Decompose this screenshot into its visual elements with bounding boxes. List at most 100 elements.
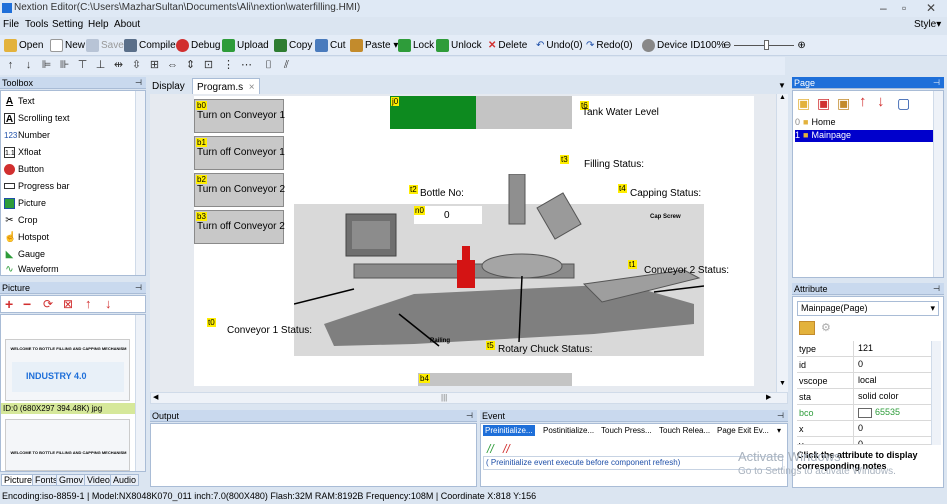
align-left-icon[interactable]: ⊫ [40,59,53,72]
page-list-item[interactable]: 1 ■ Mainpage [795,130,935,142]
conveyor-2-status-label[interactable]: Conveyor 2 Status: [644,265,729,276]
restore-button[interactable]: ▫ [902,1,906,15]
pin-icon[interactable]: ⊣ [135,77,142,89]
redo-button[interactable]: ↷ Redo(0) [586,38,633,53]
turn-off-conveyor-1-button[interactable]: b1 Turn off Conveyor 1 [194,136,285,170]
output-panel[interactable] [150,423,477,487]
capping-status-label[interactable]: Capping Status: [630,188,701,199]
toolbox-item-scrolling-text[interactable]: A Scrolling text [4,110,70,126]
move-down-icon[interactable]: ↓ [105,296,112,311]
toolbox-item-hotspot[interactable]: ☝ Hotspot [4,229,49,245]
device-id-button[interactable]: Device ID [642,38,700,53]
attr-row-type[interactable]: type 121 [797,341,933,357]
turn-on-conveyor-1-button[interactable]: b0 Turn on Conveyor 1 [194,99,285,133]
toolbox-scrollbar[interactable] [135,91,145,275]
copy-page-icon[interactable]: ▢ [897,95,910,112]
attribute-scrollbar[interactable] [931,341,941,445]
save-button[interactable]: Save [86,38,124,53]
picture-thumbnail[interactable]: WELCOME TO BOTTLE FILLING AND CAPPING ME… [5,339,130,401]
pin-icon[interactable]: ⊣ [135,282,142,294]
debug-button[interactable]: Debug [176,38,220,53]
style-menu[interactable]: Style▾ [914,19,941,30]
compile-button[interactable]: Compile [124,38,176,53]
attr-row-sta[interactable]: sta solid color [797,389,933,405]
toolbox-item-button[interactable]: Button [4,161,44,177]
component-select[interactable]: Mainpage(Page) ▾ [797,301,939,316]
filling-status-label[interactable]: Filling Status: [584,159,644,170]
zoom-out-icon[interactable]: ⊖ [723,40,731,51]
send-down-icon[interactable]: ↓ [22,59,35,72]
page-list-item[interactable]: 0 ■ Home [795,117,935,129]
pin-icon[interactable]: ⊣ [933,283,940,295]
sort-icon[interactable]: ⚙ [821,321,831,334]
bottle-number-field[interactable]: n0 0 [414,206,482,224]
menu-help[interactable]: Help [88,19,109,30]
picture-thumbnail-2[interactable]: WELCOME TO BOTTLE FILLING AND CAPPING ME… [5,419,130,471]
scroll-grip-icon[interactable]: ||| [441,393,447,402]
turn-on-conveyor-2-button[interactable]: b2 Turn on Conveyor 2 [194,173,285,207]
tab-display[interactable]: Display [152,81,185,92]
same-height-icon[interactable]: ⇕ [184,59,197,72]
close-button[interactable]: ✕ [926,1,936,15]
scroll-up-icon[interactable]: ▲ [779,94,786,101]
insert-icon[interactable]: ⊠ [63,297,73,311]
toolbox-item-text[interactable]: A Text [4,93,35,109]
menu-tools[interactable]: Tools [25,19,48,30]
tab-gmov[interactable]: Gmov [56,474,87,486]
space-v-icon[interactable]: ⋯ [240,59,253,72]
design-vscroll[interactable]: ▲ ▼ [776,94,788,392]
bottle-no-label[interactable]: Bottle No: [420,188,464,199]
replace-icon[interactable]: ⟳ [43,297,53,311]
toolbox-item-crop[interactable]: ✂ Crop [4,212,37,228]
categorized-icon[interactable] [799,321,815,335]
align-bottom-icon[interactable]: ⊥ [94,59,107,72]
toolbox-item-xfloat[interactable]: 1.1 Xfloat [4,144,41,160]
conveyor-1-status-label[interactable]: Conveyor 1 Status: [227,325,312,336]
menu-setting[interactable]: Setting [52,19,83,30]
tab-touch-press[interactable]: Touch Press... [601,426,652,435]
add-page-icon[interactable]: ▣ [797,95,810,112]
move-page-up-icon[interactable]: ↑ [859,93,867,110]
remove-icon[interactable]: − [23,296,31,312]
tab-picture[interactable]: Picture [1,474,36,486]
tab-preinitialize[interactable]: Preinitialize... [483,425,535,436]
paste-button[interactable]: Paste ▾ [350,38,398,53]
tank-level-progress-bar[interactable]: j0 [390,96,572,129]
turn-off-conveyor-2-button[interactable]: b3 Turn off Conveyor 2 [194,210,285,244]
picture-scrollbar[interactable] [135,315,145,471]
bring-up-icon[interactable]: ↑ [4,59,17,72]
menu-about[interactable]: About [114,19,140,30]
open-button[interactable]: Open [4,38,43,53]
pin-icon[interactable]: ⊣ [777,410,784,422]
scroll-right-icon[interactable]: ▶ [766,393,771,401]
move-page-down-icon[interactable]: ↓ [877,93,885,110]
attr-row-bco[interactable]: bco 65535 [797,405,933,421]
tank-water-level-label[interactable]: Tank Water Level [582,107,659,118]
toolbox-item-gauge[interactable]: ◣ Gauge [4,246,45,262]
attr-row-vscope[interactable]: vscope local [797,373,933,389]
new-button[interactable]: New [50,38,85,53]
rotary-chuck-status-label[interactable]: Rotary Chuck Status: [498,344,592,355]
align-top-icon[interactable]: ⊤ [76,59,89,72]
copy-button[interactable]: Copy [274,38,312,53]
pin-icon[interactable]: ⊣ [933,77,940,89]
zoom-thumb[interactable] [764,40,770,50]
grid-icon[interactable]: ⊞ [148,59,161,72]
tab-video[interactable]: Video [84,474,113,486]
same-width-icon[interactable]: ⇔ [166,59,179,72]
upload-button[interactable]: Upload [222,38,269,53]
add-icon[interactable]: + [5,296,13,312]
pin-icon[interactable]: ⊣ [466,410,473,422]
page-scrollbar[interactable] [933,91,943,277]
undo-button[interactable]: ↶ Undo(0) [536,38,583,53]
tab-page-exit[interactable]: Page Exit Ev... [717,426,769,435]
design-hscroll[interactable]: ◀ ||| ▶ [150,392,788,404]
tab-dropdown-icon[interactable]: ▾ [777,426,781,435]
unlock-button[interactable]: Unlock [436,38,482,53]
move-up-icon[interactable]: ↑ [85,296,92,311]
tab-touch-release[interactable]: Touch Relea... [659,426,710,435]
attr-row-id[interactable]: id 0 [797,357,933,373]
zoom-slider[interactable]: ⊖ ⊕ [723,38,806,53]
zoom-in-icon[interactable]: ⊕ [797,40,805,51]
center-v-icon[interactable]: ⇳ [130,59,143,72]
